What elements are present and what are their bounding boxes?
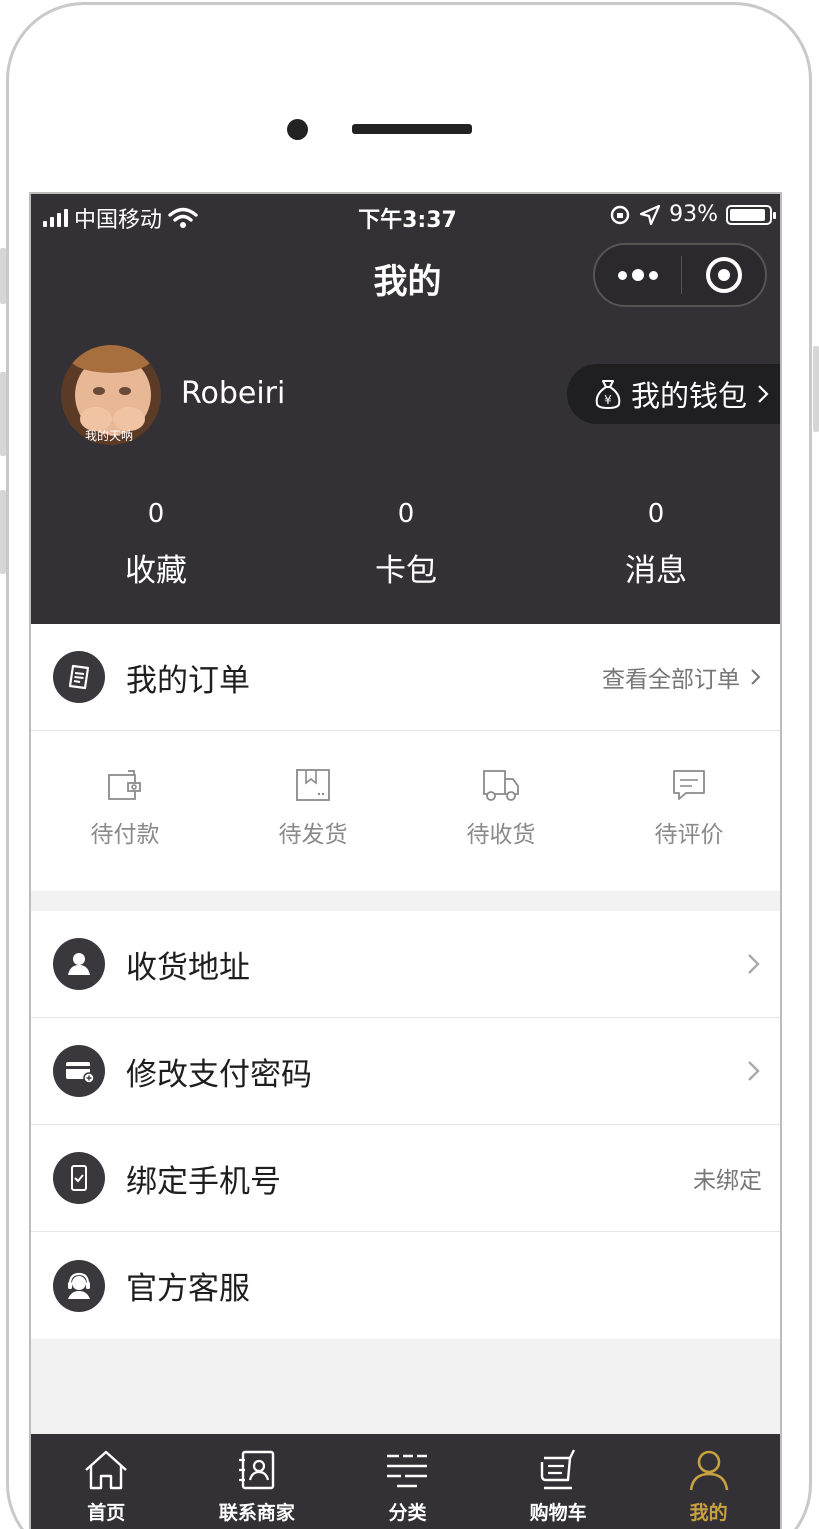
tab-home[interactable]: 首页 [31,1434,182,1529]
receipt-icon [53,651,105,703]
svg-text:¥: ¥ [604,393,612,407]
view-all-orders-label: 查看全部订单 [602,667,740,693]
money-bag-icon: ¥ [595,380,621,410]
chevron-right-icon [748,1061,760,1081]
order-tab-label: 待付款 [90,822,160,848]
tab-label: 购物车 [529,1502,587,1524]
stat-label: 卡包 [375,553,437,589]
list-item-bind-phone[interactable]: 绑定手机号 未绑定 [31,1125,780,1232]
chevron-right-icon [758,385,769,403]
order-tab-label: 待收货 [466,822,536,848]
tab-label: 首页 [87,1502,126,1524]
list-item-label: 收货地址 [126,949,250,986]
battery-percent: 93% [669,202,718,227]
avatar[interactable]: 我的天呐 [61,345,161,445]
tab-contact-merchant[interactable]: 联系商家 [182,1434,333,1529]
app-screen: 中国移动 下午3:37 93% 我的 我的天呐 Robeiri ¥ 我的钱包 0… [29,192,782,1529]
orientation-lock-icon [610,205,630,224]
tab-label: 我的 [689,1502,728,1524]
settings-list: 收货地址 修改支付密码 绑定手机号 未绑定 官方客服 [31,911,780,1339]
home-icon [85,1450,128,1490]
cart-icon [540,1449,576,1490]
wallet-label: 我的钱包 [631,379,748,413]
stat-value: 0 [147,499,165,529]
phone-bind-status: 未绑定 [693,1168,762,1194]
order-tab-pending-review[interactable]: 待评价 [595,731,780,891]
wallet-icon [108,770,141,800]
card-icon [53,1045,105,1097]
stat-label: 收藏 [125,553,187,589]
avatar-caption: 我的天呐 [85,428,133,443]
stat-value: 0 [647,499,665,529]
username: Robeiri [181,376,286,411]
headset-icon [53,1259,105,1312]
category-icon [387,1454,428,1488]
tab-label: 分类 [388,1502,427,1524]
location-icon [639,204,661,225]
stat-label: 消息 [625,553,687,589]
battery-icon [726,204,776,225]
avatar-image: 我的天呐 [61,345,161,445]
tab-cart[interactable]: 购物车 [483,1434,634,1529]
profile-icon [689,1450,728,1491]
volume-up-button [0,372,6,456]
more-menu-button[interactable] [595,269,681,281]
list-item-shipping-address[interactable]: 收货地址 [31,911,780,1018]
power-button [813,346,819,432]
order-tab-label: 待评价 [654,822,724,848]
mute-switch [0,248,6,304]
user-icon [53,938,105,990]
miniprogram-capsule [593,243,767,307]
order-status-tabs: 待付款 待发货 待收货 待评价 [31,731,780,891]
stat-value: 0 [397,499,415,529]
order-tab-pending-payment[interactable]: 待付款 [31,731,219,891]
target-icon [705,257,742,293]
list-item-label: 绑定手机号 [126,1163,281,1200]
wallet-button[interactable]: ¥ 我的钱包 [567,364,780,424]
truck-icon [483,770,519,801]
chevron-right-icon [748,954,760,974]
orders-panel: 我的订单 查看全部订单 待付款 待发货 待收货 待评价 [31,624,780,891]
stat-favorites[interactable]: 0 收藏 [31,494,281,590]
orders-title: 我的订单 [126,662,250,699]
chevron-right-icon [751,669,761,685]
order-tab-pending-shipment[interactable]: 待发货 [219,731,407,891]
orders-header[interactable]: 我的订单 查看全部订单 [31,624,780,731]
package-icon [296,769,330,801]
close-miniprogram-button[interactable] [682,257,765,293]
stat-messages[interactable]: 0 消息 [531,494,780,590]
profile-header: 中国移动 下午3:37 93% 我的 我的天呐 Robeiri ¥ 我的钱包 0… [31,194,780,624]
bottom-tab-bar: 首页 联系商家 分类 购物车 我的 [31,1434,780,1529]
list-item-payment-password[interactable]: 修改支付密码 [31,1018,780,1125]
comment-icon [673,770,705,800]
tab-mine[interactable]: 我的 [633,1434,780,1529]
phone-icon [53,1152,105,1204]
tab-label: 联系商家 [218,1502,295,1524]
view-all-orders-link[interactable]: 查看全部订单 [602,660,762,694]
order-tab-label: 待发货 [278,822,348,848]
stat-cards[interactable]: 0 卡包 [281,494,531,590]
more-dots-icon [618,269,658,281]
list-item-label: 修改支付密码 [126,1056,312,1093]
speaker-grille [352,124,472,134]
stats-row: 0 收藏 0 卡包 0 消息 [31,494,780,590]
tab-category[interactable]: 分类 [332,1434,483,1529]
list-item-customer-service[interactable]: 官方客服 [31,1232,780,1339]
order-tab-pending-receipt[interactable]: 待收货 [407,731,595,891]
camera-dot [287,119,308,140]
status-bar: 中国移动 下午3:37 93% [31,194,780,238]
contact-icon [238,1450,275,1490]
list-item-label: 官方客服 [126,1271,250,1307]
volume-down-button [0,490,6,574]
